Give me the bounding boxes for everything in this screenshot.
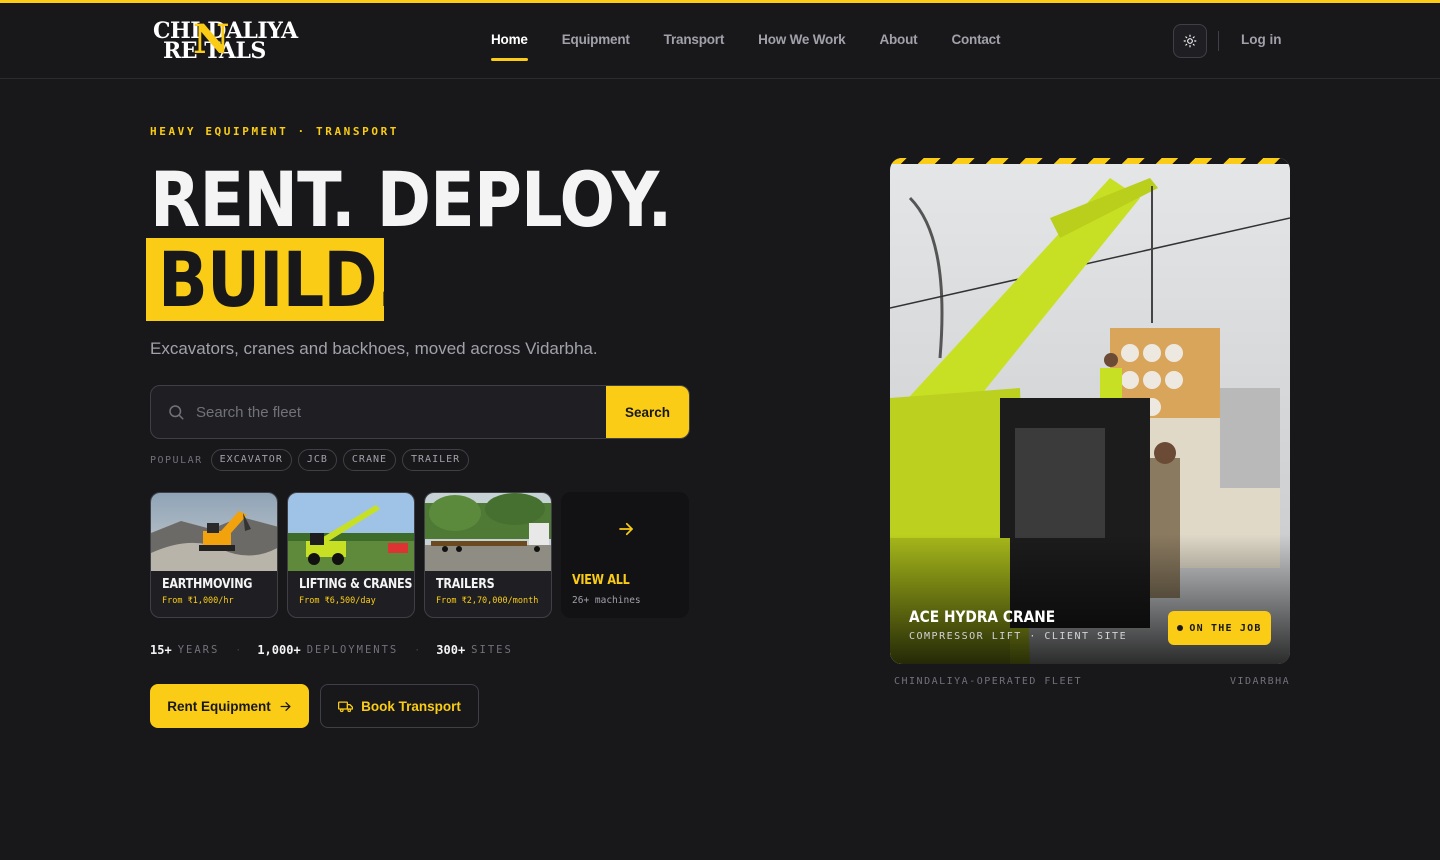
- stat-separator: ·: [235, 644, 242, 656]
- hero-highlight-block: BUILD.: [146, 238, 402, 321]
- stats-row: 15+ YEARS · 1,000+ DEPLOYMENTS · 300+ SI…: [150, 643, 513, 657]
- sun-icon: [1183, 34, 1197, 48]
- book-transport-button[interactable]: Book Transport: [320, 684, 479, 728]
- category-price: From ₹6,500/day: [299, 596, 376, 606]
- category-card-earthmoving[interactable]: EARTHMOVING From ₹1,000/hr: [150, 492, 278, 618]
- featured-caption-left: CHINDALIYA-OPERATED FLEET: [894, 676, 1083, 687]
- stat-sites-value: 300+: [436, 643, 466, 657]
- fleet-search: Search: [150, 385, 690, 439]
- stat-sites-unit: SITES: [471, 644, 513, 656]
- category-card-trailers[interactable]: TRAILERS From ₹2,70,000/month: [424, 492, 552, 618]
- tag-jcb[interactable]: JCB: [297, 449, 337, 471]
- stat-years-unit: YEARS: [177, 644, 220, 656]
- nav-item-equipment[interactable]: Equipment: [562, 3, 630, 79]
- featured-title: ACE HYDRA CRANE: [909, 607, 1056, 626]
- login-link[interactable]: Log in: [1241, 32, 1282, 47]
- logo-n-mark: N: [193, 16, 230, 63]
- search-input[interactable]: [196, 386, 606, 438]
- popular-label: POPULAR: [150, 454, 203, 466]
- main-nav: Home Equipment Transport How We Work Abo…: [491, 3, 1034, 79]
- hero-headline-line1: RENT. DEPLOY.: [150, 155, 672, 244]
- brand-logo[interactable]: CHI DALIYA RE TALS N: [153, 18, 323, 64]
- category-card-lifting-cranes[interactable]: LIFTING & CRANES From ₹6,500/day: [287, 492, 415, 618]
- arrow-right-icon: [280, 701, 291, 711]
- excavator-photo: [151, 493, 277, 571]
- status-dot-icon: [1177, 625, 1184, 631]
- status-badge: ON THE JOB: [1168, 611, 1271, 645]
- site-header: CHI DALIYA RE TALS N Home Equipment Tran…: [0, 3, 1440, 79]
- category-title: EARTHMOVING: [162, 577, 253, 592]
- hero-subtitle: Excavators, cranes and backhoes, moved a…: [150, 339, 598, 358]
- nav-item-contact[interactable]: Contact: [951, 3, 1000, 79]
- category-cards: EARTHMOVING From ₹1,000/hr LIFTING & CRA…: [150, 492, 689, 618]
- category-title: LIFTING & CRANES: [299, 577, 413, 592]
- arrow-right-icon: [619, 522, 633, 536]
- category-title: TRAILERS: [436, 577, 495, 592]
- tag-excavator[interactable]: EXCAVATOR: [210, 449, 292, 471]
- stat-years-value: 15+: [150, 643, 172, 657]
- hero-headline-line2: BUILD.: [158, 235, 402, 324]
- stat-deployments-unit: DEPLOYMENTS: [306, 644, 399, 656]
- featured-equipment-card[interactable]: ACE HYDRA CRANE COMPRESSOR LIFT · CLIENT…: [890, 158, 1290, 664]
- theme-toggle-button[interactable]: [1173, 24, 1207, 58]
- stat-separator: ·: [414, 644, 421, 656]
- tag-crane[interactable]: CRANE: [342, 449, 397, 471]
- stat-deployments-value: 1,000+: [257, 643, 301, 657]
- hero-eyebrow: HEAVY EQUIPMENT · TRANSPORT: [150, 125, 400, 138]
- tag-trailer[interactable]: TRAILER: [402, 449, 470, 471]
- machine-count: 26+ machines: [572, 595, 641, 606]
- nav-item-transport[interactable]: Transport: [664, 3, 725, 79]
- truck-icon: [338, 701, 354, 712]
- nav-item-how-we-work[interactable]: How We Work: [758, 3, 846, 79]
- featured-caption-right: VIDARBHA: [1230, 676, 1291, 687]
- hazard-stripe: [890, 158, 1290, 164]
- popular-tags: POPULAR EXCAVATOR JCB CRANE TRAILER: [150, 449, 470, 471]
- nav-item-home[interactable]: Home: [491, 3, 528, 79]
- category-price: From ₹2,70,000/month: [436, 596, 539, 606]
- search-button[interactable]: Search: [606, 386, 689, 438]
- status-label: ON THE JOB: [1189, 622, 1262, 634]
- nav-item-about[interactable]: About: [879, 3, 917, 79]
- rent-equipment-button[interactable]: Rent Equipment: [150, 684, 309, 728]
- header-divider: [1218, 31, 1219, 51]
- view-all-card[interactable]: VIEW ALL 26+ machines: [561, 492, 689, 618]
- category-price: From ₹1,000/hr: [162, 596, 234, 606]
- rent-equipment-label: Rent Equipment: [167, 698, 271, 714]
- view-all-label: VIEW ALL: [572, 573, 630, 588]
- crane-photo: [288, 493, 414, 571]
- featured-subtitle: COMPRESSOR LIFT · CLIENT SITE: [909, 631, 1128, 642]
- book-transport-label: Book Transport: [361, 698, 461, 714]
- search-icon: [169, 405, 184, 420]
- trailer-photo: [425, 493, 551, 571]
